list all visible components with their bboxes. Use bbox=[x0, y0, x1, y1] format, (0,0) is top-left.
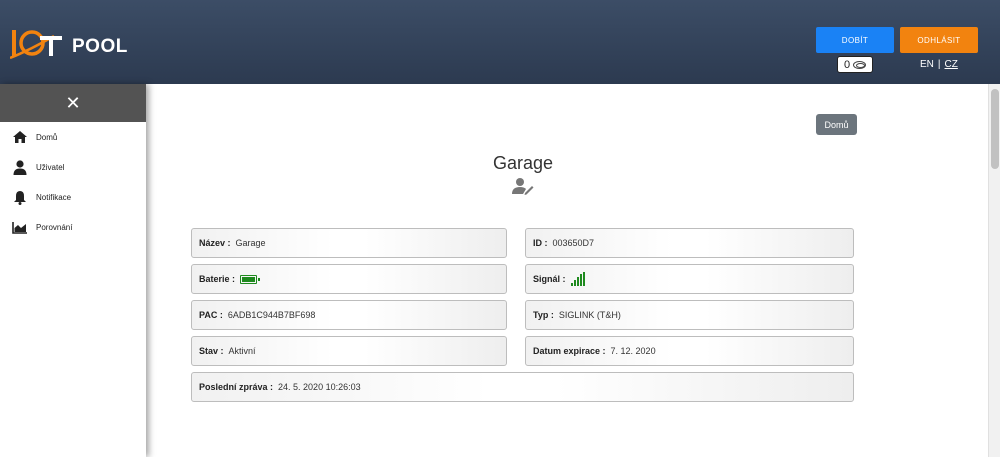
lang-cz-link[interactable]: CZ bbox=[945, 59, 958, 70]
sidebar-item-label: Uživatel bbox=[36, 162, 65, 172]
logo-mark bbox=[10, 30, 62, 60]
logo-text-pool: POOL bbox=[72, 36, 128, 57]
field-name: Název : Garage bbox=[191, 228, 507, 258]
language-switcher: EN | CZ bbox=[920, 59, 958, 70]
sidebar-item-user[interactable]: Uživatel bbox=[0, 152, 146, 182]
lang-en-link[interactable]: EN bbox=[920, 59, 934, 70]
field-value: 6ADB1C944B7BF698 bbox=[227, 310, 316, 320]
home-button[interactable]: Domů bbox=[816, 114, 857, 135]
field-label: Typ : bbox=[533, 310, 554, 320]
bell-icon bbox=[12, 189, 28, 205]
field-value: 24. 5. 2020 10:26:03 bbox=[278, 382, 361, 392]
sidebar-item-label: Notifikace bbox=[36, 192, 72, 202]
field-id: ID : 003650D7 bbox=[525, 228, 854, 258]
sidebar-item-comparison[interactable]: Porovnání bbox=[0, 212, 146, 242]
field-label: Stav : bbox=[199, 346, 224, 356]
field-type: Typ : SIGLINK (T&H) bbox=[525, 300, 854, 330]
field-expiry: Datum expirace : 7. 12. 2020 bbox=[525, 336, 854, 366]
battery-full-icon bbox=[240, 274, 261, 284]
field-value: 7. 12. 2020 bbox=[610, 346, 656, 356]
field-pac: PAC : 6ADB1C944B7BF698 bbox=[191, 300, 507, 330]
coin-icon bbox=[853, 60, 867, 69]
sidebar-item-notifications[interactable]: Notifikace bbox=[0, 182, 146, 212]
logout-button[interactable]: ODHLÁSIT bbox=[900, 27, 978, 53]
sidebar-item-label: Domů bbox=[36, 132, 58, 142]
field-label: Název : bbox=[199, 238, 231, 248]
signal-strength-icon bbox=[570, 272, 585, 286]
home-icon bbox=[12, 129, 28, 145]
field-value: SIGLINK (T&H) bbox=[558, 310, 621, 320]
field-value: 003650D7 bbox=[552, 238, 595, 248]
close-icon[interactable]: ✕ bbox=[65, 94, 80, 112]
sidebar-header: ✕ bbox=[0, 84, 146, 122]
field-label: PAC : bbox=[199, 310, 223, 320]
field-label: Poslední zpráva : bbox=[199, 382, 274, 392]
field-battery: Baterie : bbox=[191, 264, 507, 294]
area-chart-icon bbox=[12, 219, 28, 235]
sidebar-item-home[interactable]: Domů bbox=[0, 122, 146, 152]
field-label: Datum expirace : bbox=[533, 346, 606, 356]
field-state: Stav : Aktivní bbox=[191, 336, 507, 366]
field-value: Garage bbox=[235, 238, 266, 248]
field-last-message: Poslední zpráva : 24. 5. 2020 10:26:03 bbox=[191, 372, 854, 402]
field-value: Aktivní bbox=[228, 346, 256, 356]
sidebar: ✕ Domů Uživatel Notifikace Porovnání bbox=[0, 84, 146, 457]
main-content: Domů Garage Název : Garage ID : 003650D7… bbox=[146, 84, 988, 457]
credit-value: 0 bbox=[843, 58, 851, 71]
iotpool-logo[interactable]: POOL bbox=[10, 24, 128, 64]
lang-separator: | bbox=[937, 59, 941, 70]
field-label: ID : bbox=[533, 238, 548, 248]
credit-balance: 0 bbox=[837, 56, 873, 73]
field-signal: Signál : bbox=[525, 264, 854, 294]
page-title: Garage bbox=[492, 153, 554, 173]
sidebar-item-label: Porovnání bbox=[36, 222, 73, 232]
top-up-button[interactable]: DOBÍT bbox=[816, 27, 894, 53]
scrollbar-thumb[interactable] bbox=[991, 89, 999, 169]
top-header: POOL DOBÍT ODHLÁSIT 0 EN | CZ bbox=[0, 0, 1000, 84]
field-label: Signál : bbox=[533, 274, 566, 284]
vertical-scrollbar[interactable] bbox=[988, 84, 1000, 457]
edit-user-icon[interactable] bbox=[512, 177, 534, 195]
field-label: Baterie : bbox=[199, 274, 236, 284]
user-icon bbox=[12, 159, 28, 175]
